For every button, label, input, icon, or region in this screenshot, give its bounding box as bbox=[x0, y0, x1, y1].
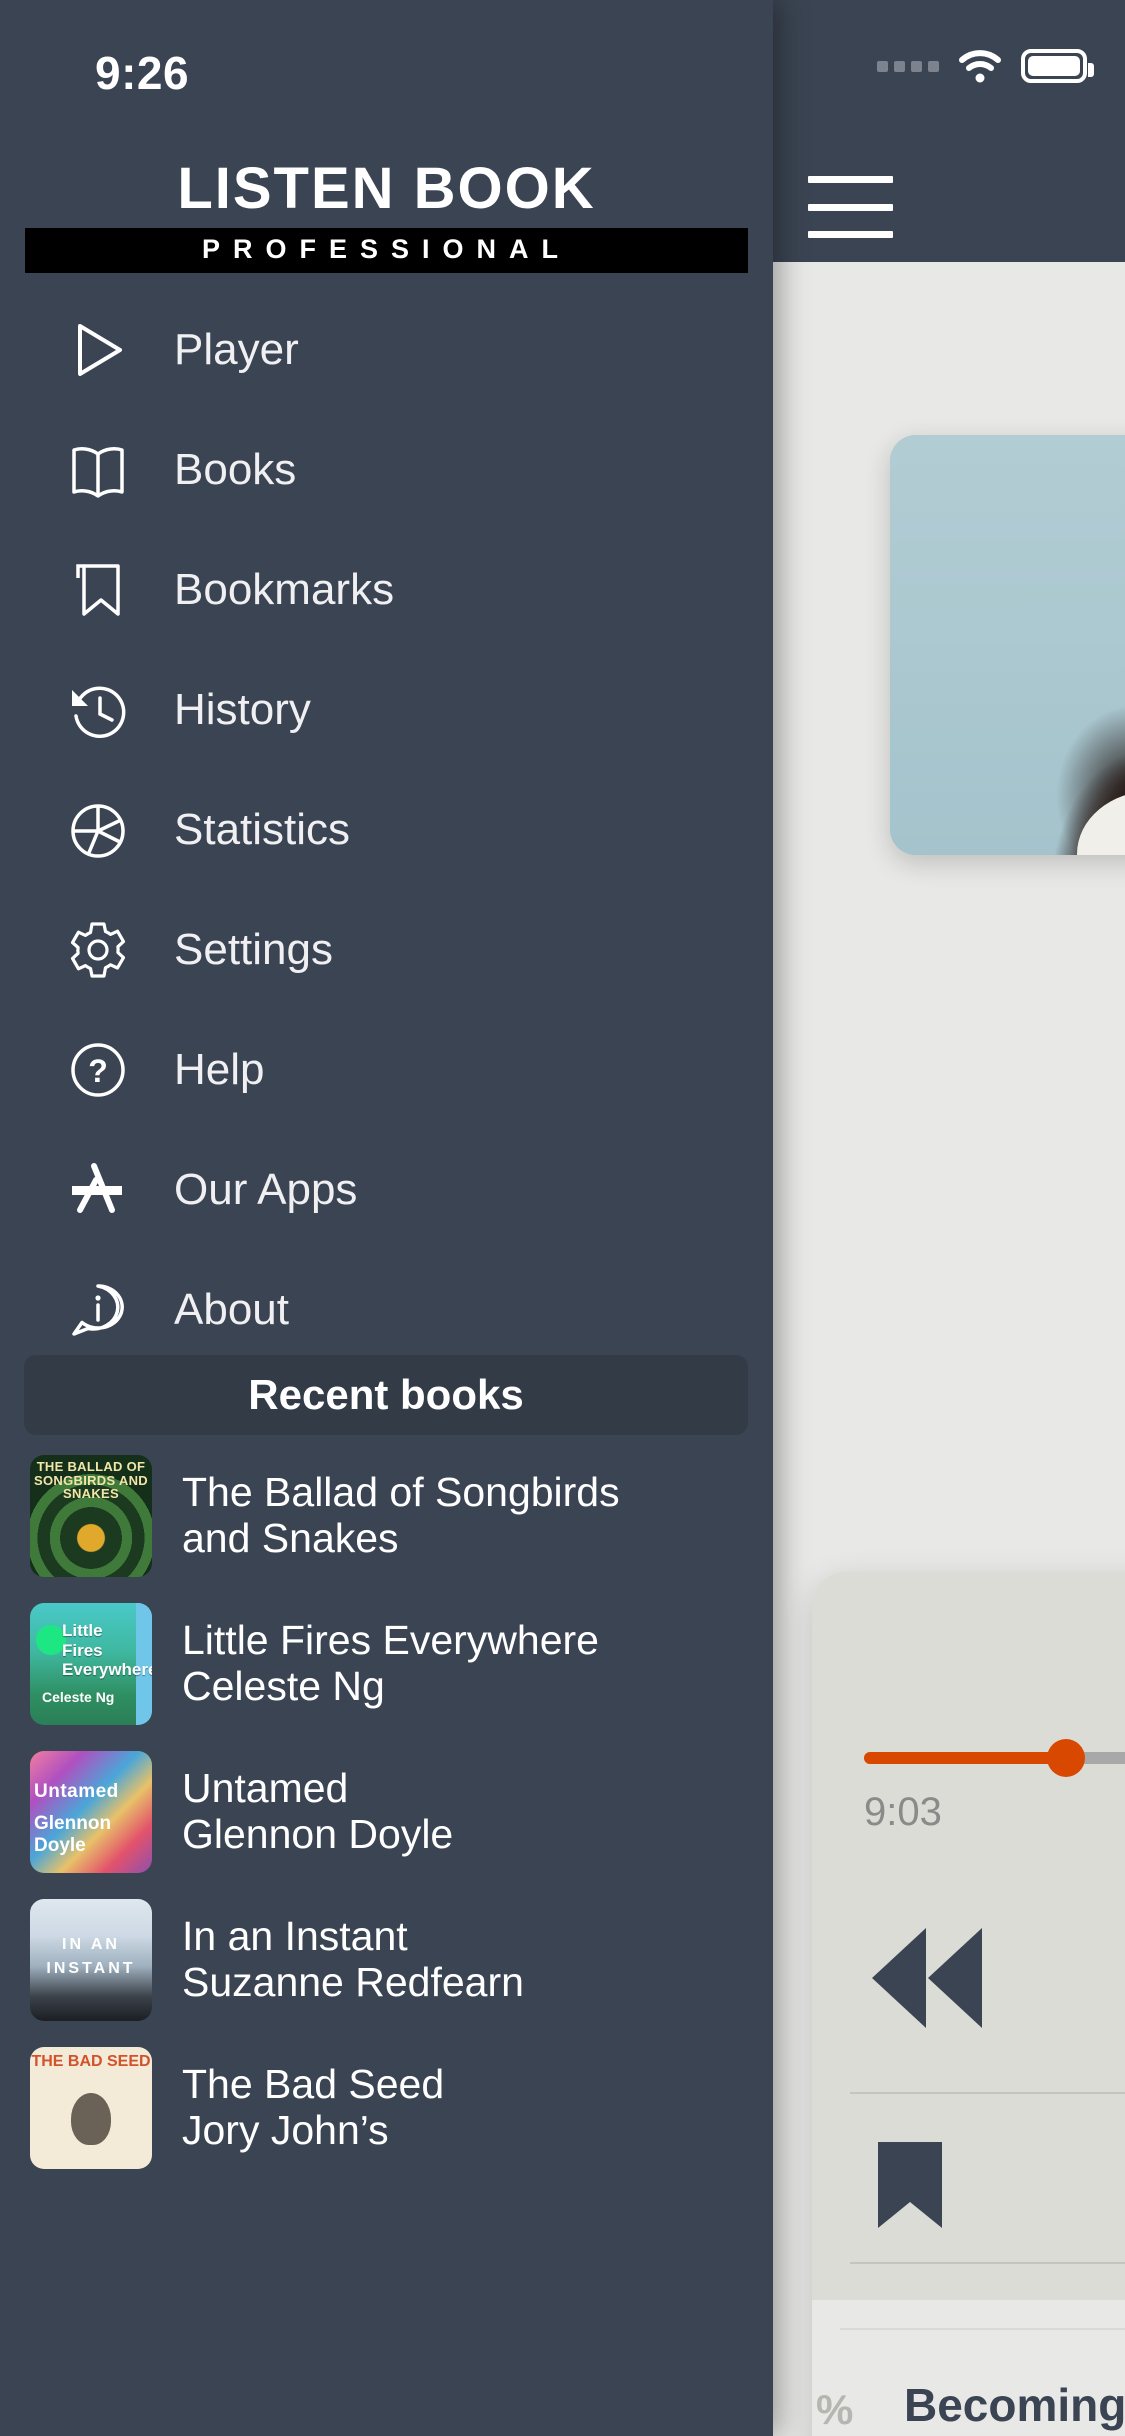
book-labels: In an Instant Suzanne Redfearn bbox=[182, 1913, 524, 2006]
book-subtitle: Suzanne Redfearn bbox=[182, 1959, 524, 2005]
book-title: Little Fires Everywhere bbox=[182, 1617, 599, 1664]
svg-text:?: ? bbox=[88, 1053, 108, 1089]
list-item[interactable]: Little Fires Everywhere Celeste Ng Littl… bbox=[0, 1590, 773, 1738]
app-logo-title: LISTEN BOOK bbox=[177, 156, 596, 221]
sidebar-item-settings[interactable]: Settings bbox=[0, 890, 773, 1010]
app-logo-banner: PROFESSIONAL bbox=[25, 228, 748, 273]
book-cover-thumbnail: THE BALLAD OF SONGBIRDS AND SNAKES bbox=[30, 1455, 152, 1577]
book-labels: The Bad Seed Jory John’s bbox=[182, 2061, 445, 2154]
sidebar-item-label: History bbox=[174, 685, 311, 734]
sidebar-item-label: Help bbox=[174, 1045, 265, 1094]
playback-progress-slider[interactable] bbox=[864, 1739, 1125, 1777]
book-subtitle: Celeste Ng bbox=[182, 1663, 385, 1709]
open-book-icon bbox=[62, 434, 134, 506]
sidebar-item-bookmarks[interactable]: Bookmarks bbox=[0, 530, 773, 650]
sidebar-item-statistics[interactable]: Statistics bbox=[0, 770, 773, 890]
cover-caption: THE BAD SEED bbox=[31, 2053, 151, 2070]
clock-rewind-icon bbox=[62, 674, 134, 746]
sidebar-item-label: Player bbox=[174, 325, 299, 374]
book-cover-thumbnail: Untamed Glennon Doyle bbox=[30, 1751, 152, 1873]
sidebar-item-books[interactable]: Books bbox=[0, 410, 773, 530]
list-item[interactable]: Untamed Glennon Doyle Untamed Glennon Do… bbox=[0, 1738, 773, 1886]
sidebar-item-help[interactable]: ? Help bbox=[0, 1010, 773, 1130]
list-item[interactable]: THE BALLAD OF SONGBIRDS AND SNAKES The B… bbox=[0, 1442, 773, 1590]
gear-icon bbox=[62, 914, 134, 986]
book-subtitle: Glennon Doyle bbox=[182, 1811, 454, 1857]
recent-books-title: Recent books bbox=[248, 1371, 524, 1418]
book-labels: Untamed Glennon Doyle bbox=[182, 1765, 454, 1858]
bookmark-icon bbox=[62, 554, 134, 626]
hamburger-menu-icon[interactable] bbox=[808, 176, 893, 238]
recent-books-header: Recent books bbox=[24, 1355, 748, 1435]
card-divider-1 bbox=[850, 2092, 1125, 2094]
drawer-menu: Player Books Bookmarks History Statistic… bbox=[0, 290, 773, 1370]
cover-author: Celeste Ng bbox=[42, 1689, 115, 1705]
sidebar-item-our-apps[interactable]: Our Apps bbox=[0, 1130, 773, 1250]
cover-caption: THE BALLAD OF SONGBIRDS AND SNAKES bbox=[34, 1459, 148, 1502]
cover-caption: IN AN INSTANT bbox=[46, 1936, 136, 1977]
sidebar-item-player[interactable]: Player bbox=[0, 290, 773, 410]
list-item[interactable]: THE BAD SEED The Bad Seed Jory John’s bbox=[0, 2034, 773, 2182]
card-divider-2 bbox=[850, 2262, 1125, 2264]
book-title: The Bad Seed bbox=[182, 2061, 445, 2108]
book-title: In an Instant bbox=[182, 1913, 408, 1960]
cover-artwork bbox=[890, 435, 1125, 855]
list-item[interactable]: IN AN INSTANT In an Instant Suzanne Redf… bbox=[0, 1886, 773, 2034]
progress-knob[interactable] bbox=[1047, 1739, 1086, 1777]
book-subtitle: Jory John’s bbox=[182, 2107, 389, 2153]
sidebar-item-label: Books bbox=[174, 445, 297, 494]
add-bookmark-button[interactable] bbox=[874, 2138, 946, 2232]
sidebar-item-label: Our Apps bbox=[174, 1165, 358, 1214]
book-cover-thumbnail: IN AN INSTANT bbox=[30, 1899, 152, 2021]
play-icon bbox=[62, 314, 134, 386]
navigation-drawer: LISTEN BOOK PROFESSIONAL Player Books Bo… bbox=[0, 0, 773, 2436]
recent-books-list: THE BALLAD OF SONGBIRDS AND SNAKES The B… bbox=[0, 1442, 773, 2182]
sidebar-item-about[interactable]: About bbox=[0, 1250, 773, 1370]
cover-caption: Untamed bbox=[34, 1781, 119, 1802]
sidebar-item-label: Settings bbox=[174, 925, 333, 974]
bottom-divider bbox=[840, 2328, 1125, 2330]
pie-chart-icon bbox=[62, 794, 134, 866]
app-store-icon bbox=[62, 1154, 134, 1226]
transport-controls: 15 bbox=[812, 1902, 1125, 2072]
progress-track bbox=[864, 1739, 1125, 1777]
sidebar-item-label: Statistics bbox=[174, 805, 351, 854]
question-circle-icon: ? bbox=[62, 1034, 134, 1106]
rewind-icon-2[interactable] bbox=[928, 1928, 982, 2028]
elapsed-time-label: 9:03 bbox=[864, 1790, 942, 1834]
cover-caption: Little Fires Everywhere bbox=[62, 1621, 152, 1680]
book-cover-thumbnail: THE BAD SEED bbox=[30, 2047, 152, 2169]
progress-percent-label: % bbox=[816, 2386, 854, 2433]
book-cover-image[interactable]: B M bbox=[890, 435, 1125, 855]
sidebar-item-history[interactable]: History bbox=[0, 650, 773, 770]
book-labels: Little Fires Everywhere Celeste Ng bbox=[182, 1617, 599, 1710]
rewind-icon[interactable] bbox=[872, 1928, 926, 2028]
book-cover-thumbnail: Little Fires Everywhere Celeste Ng bbox=[30, 1603, 152, 1725]
progress-fill bbox=[864, 1752, 1067, 1764]
cover-illustration bbox=[71, 2093, 111, 2145]
sidebar-item-label: About bbox=[174, 1285, 289, 1334]
app-logo-subtitle: PROFESSIONAL bbox=[201, 234, 572, 264]
now-playing-bar[interactable]: % Becoming bbox=[812, 2300, 1125, 2436]
sidebar-item-label: Bookmarks bbox=[174, 565, 395, 614]
book-subtitle: and Snakes bbox=[182, 1515, 399, 1561]
app-screen: B M 9:03 15 bbox=[0, 0, 1125, 2436]
info-bubble-icon bbox=[62, 1274, 134, 1346]
book-title: Untamed bbox=[182, 1765, 349, 1812]
now-playing-title: Becoming bbox=[904, 2379, 1125, 2431]
book-labels: The Ballad of Songbirds and Snakes bbox=[182, 1469, 620, 1562]
book-title: The Ballad of Songbirds bbox=[182, 1469, 620, 1516]
cover-author: Glennon Doyle bbox=[34, 1813, 112, 1856]
app-logo: LISTEN BOOK PROFESSIONAL bbox=[0, 160, 773, 273]
